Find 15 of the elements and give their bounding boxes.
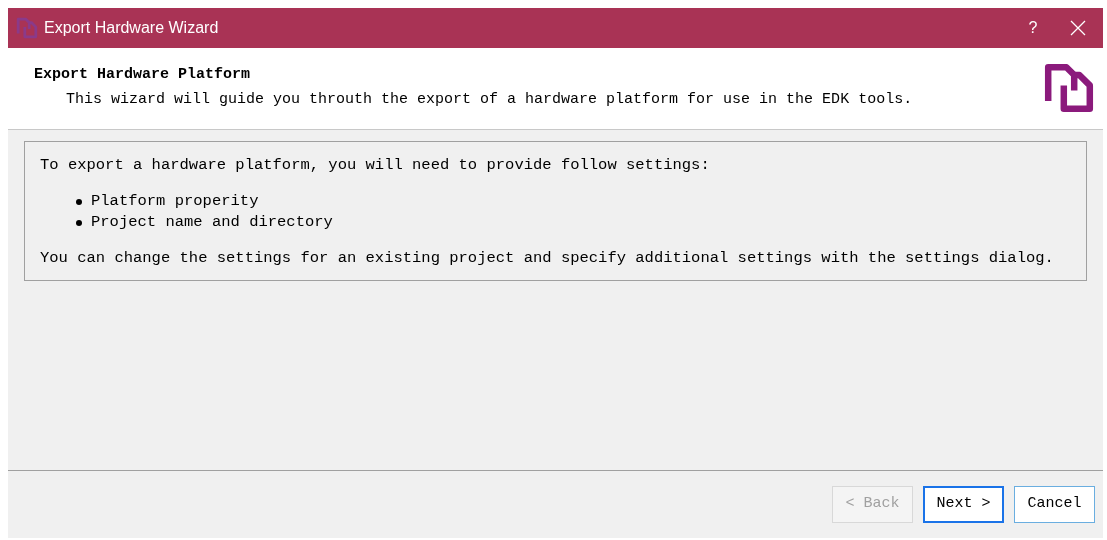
header-title: Export Hardware Platform (34, 65, 252, 85)
help-button[interactable]: ? (1013, 8, 1053, 48)
wizard-button[interactable]: Cancel (1014, 486, 1095, 523)
note-text: You can change the settings for an existing project and specify additional settings with the settings dialog. (40, 248, 1055, 269)
bullet-icon (76, 198, 82, 205)
intro-text: To export a hardware platform, you will need to provide follow settings: (40, 155, 711, 176)
window-title: Export Hardware Wizard (44, 18, 219, 38)
header-subtitle: This wizard will guide you throuth the export of a hardware platform for use in the EDK tools. (65, 89, 913, 110)
bullet-text: Project name and directory (91, 212, 333, 233)
bullet-text: Platform properity (91, 191, 259, 212)
close-icon (1070, 20, 1086, 36)
bullet-icon (76, 219, 82, 226)
app-logo-icon (16, 17, 38, 39)
wizard-button[interactable]: Next > (923, 486, 1004, 523)
brand-logo-icon (1043, 62, 1095, 114)
